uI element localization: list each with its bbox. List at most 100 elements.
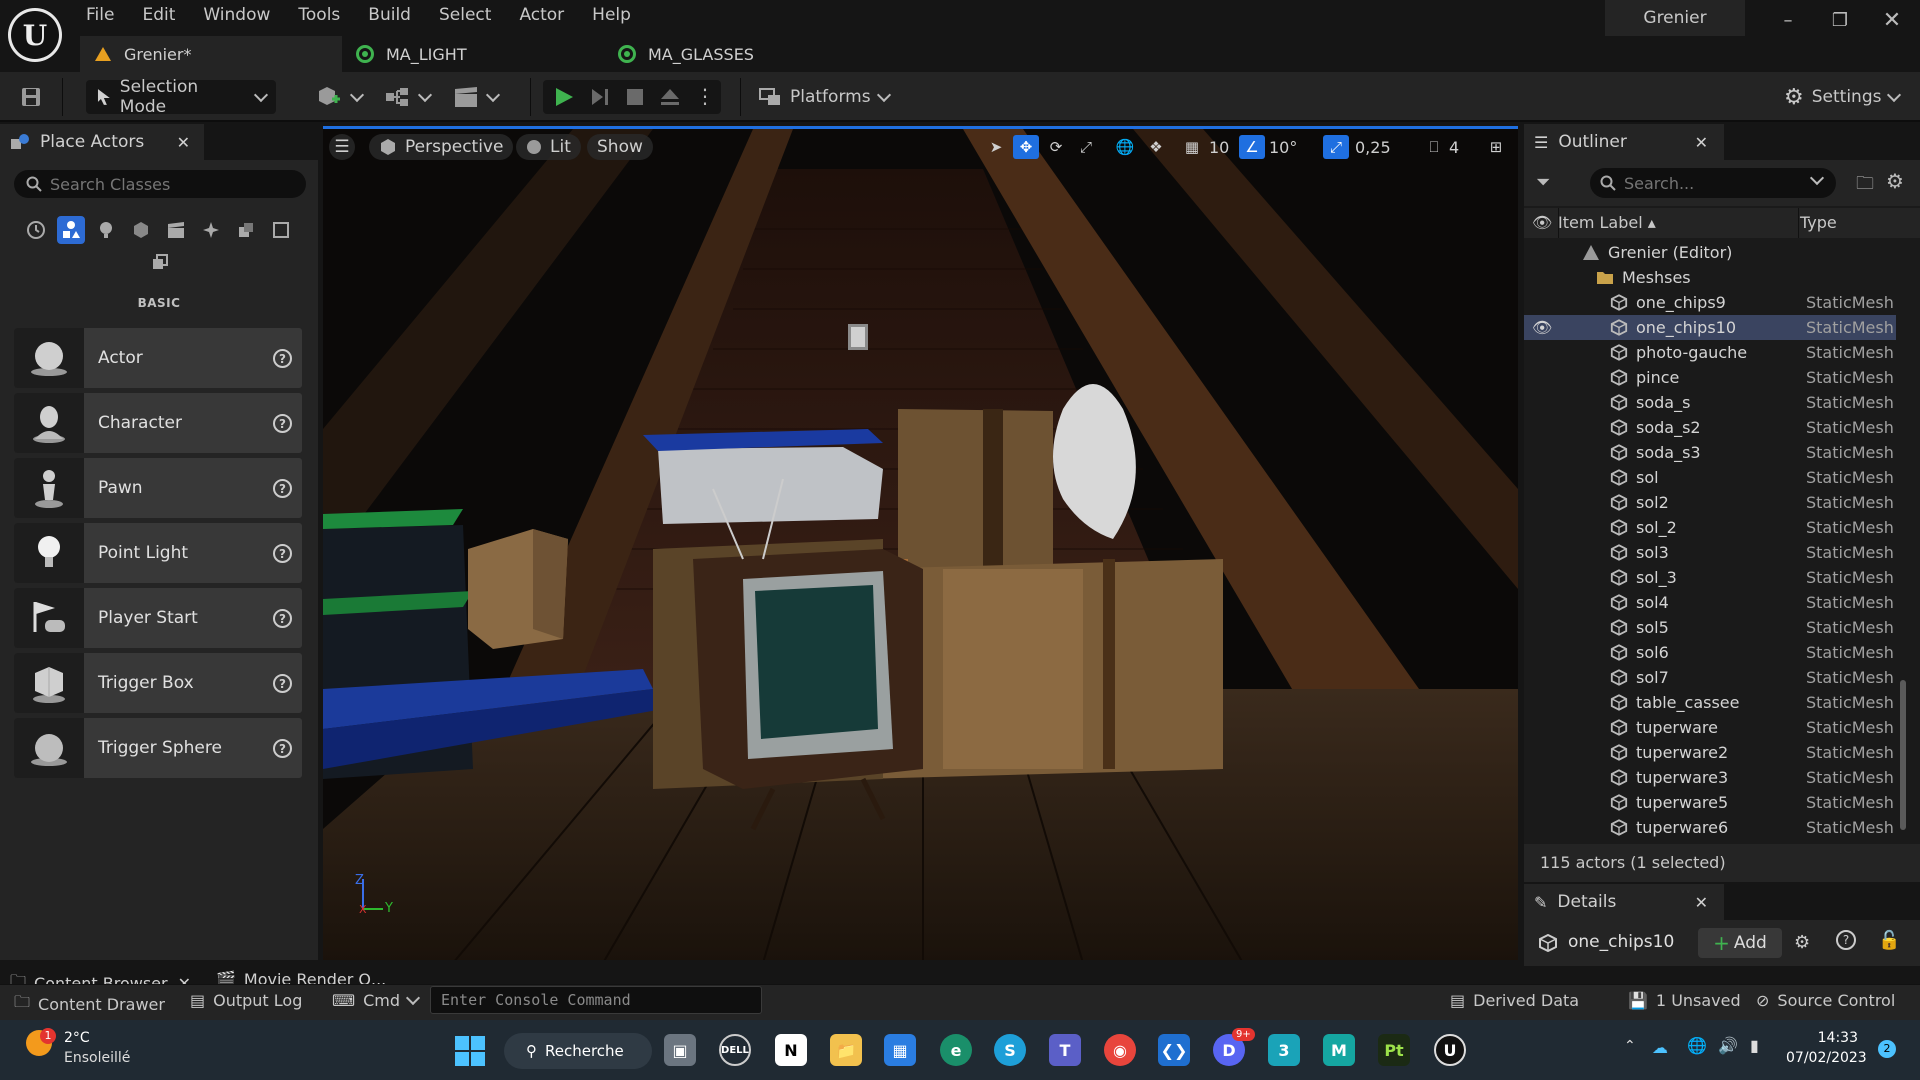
actor-item-player-start[interactable]: Player Start ? [14,588,302,648]
actor-item-trigger-sphere[interactable]: Trigger Sphere ? [14,718,302,778]
blueprint-icon[interactable]: ⚙ [1794,932,1810,953]
outliner-row[interactable]: sol_2 StaticMesh [1524,515,1896,540]
help-icon[interactable]: ? [273,739,292,758]
help-icon[interactable]: ? [273,544,292,563]
menu-build[interactable]: Build [354,0,425,30]
ms-store-icon[interactable]: ▦ [884,1034,916,1066]
rotation-snap-value[interactable]: 10° [1269,135,1297,159]
blueprint-button[interactable] [384,80,433,114]
rotate-icon[interactable]: ⟳ [1043,135,1069,159]
vscode-icon[interactable]: ❮❯ [1158,1034,1190,1066]
console-command-input[interactable]: Enter Console Command [430,986,762,1014]
outliner-row[interactable]: tuperware5 StaticMesh [1524,790,1896,815]
show-button[interactable]: Show [587,134,653,160]
actor-item-pawn[interactable]: Pawn ? [14,458,302,518]
outliner-row[interactable]: sol4 StaticMesh [1524,590,1896,615]
scale-snap-value[interactable]: 0,25 [1355,135,1391,159]
volumes-icon[interactable] [267,216,295,244]
help-icon[interactable]: ? [1836,930,1856,950]
outliner-row[interactable]: sol5 StaticMesh [1524,615,1896,640]
unreal-taskbar-icon[interactable]: U [1434,1034,1466,1066]
surface-snap-icon[interactable]: ❖ [1143,135,1169,159]
windows-start-icon[interactable] [455,1036,485,1066]
outliner-scrollbar[interactable] [1900,680,1906,830]
restore-icon[interactable]: ❐ [1814,0,1866,40]
dell-icon[interactable]: DELL [719,1034,751,1066]
content-drawer-button[interactable]: 🗀 Content Drawer [14,991,165,1018]
shapes-icon[interactable] [127,216,155,244]
outliner-row[interactable]: sol2 StaticMesh [1524,490,1896,515]
lights-icon[interactable] [92,216,120,244]
close-panel-icon[interactable]: ✕ [177,133,190,152]
visual-effects-icon[interactable] [197,216,225,244]
outliner-row[interactable]: sol_3 StaticMesh [1524,565,1896,590]
outliner-search-field[interactable] [1590,168,1836,198]
derived-data-button[interactable]: ▤ Derived Data [1450,991,1579,1010]
world-space-icon[interactable]: 🌐 [1112,135,1138,159]
menu-window[interactable]: Window [189,0,284,30]
cinematic-icon[interactable] [162,216,190,244]
actor-item-character[interactable]: Character ? [14,393,302,453]
translate-icon[interactable]: ✥ [1013,135,1039,159]
camera-speed-value[interactable]: 4 [1449,135,1459,159]
menu-tools[interactable]: Tools [284,0,354,30]
grid-snap-value[interactable]: 10 [1209,135,1229,159]
file-explorer-icon[interactable]: 📁 [830,1034,862,1066]
stop-icon[interactable] [625,87,645,107]
add-folder-icon[interactable]: 🗀 [1856,171,1874,201]
cmd-dropdown[interactable]: ⌨ Cmd [332,990,421,1010]
maya-icon[interactable]: M [1323,1034,1355,1066]
network-icon[interactable]: 🌐 [1687,1036,1707,1055]
eject-icon[interactable] [659,86,681,108]
outliner-row[interactable]: sol StaticMesh [1524,465,1896,490]
search-classes-field[interactable] [14,170,306,198]
close-panel-icon[interactable]: ✕ [1695,133,1708,152]
task-view-icon[interactable]: ▣ [664,1034,696,1066]
menu-file[interactable]: File [72,0,128,30]
chevron-up-icon[interactable]: ⌃ [1624,1038,1636,1054]
rotation-snap-icon[interactable]: ∠ [1239,135,1265,159]
type-column[interactable]: Type [1800,213,1837,232]
scale-icon[interactable]: ⤢ [1073,135,1099,159]
substance-painter-icon[interactable]: Pt [1378,1034,1410,1066]
menu-help[interactable]: Help [578,0,645,30]
skype-icon[interactable]: S [994,1034,1026,1066]
outliner-tab[interactable]: ☰ Outliner ✕ [1524,124,1724,160]
notion-icon[interactable]: N [775,1034,807,1066]
outliner-row[interactable]: soda_s StaticMesh [1524,390,1896,415]
outliner-row[interactable]: soda_s2 StaticMesh [1524,415,1896,440]
edge-icon[interactable]: e [940,1034,972,1066]
tab-ma-light[interactable]: MA_LIGHT [342,36,604,72]
outliner-row[interactable]: tuperware2 StaticMesh [1524,740,1896,765]
chrome-icon[interactable]: ◉ [1104,1034,1136,1066]
outliner-row[interactable]: photo-gauche StaticMesh [1524,340,1896,365]
outliner-row[interactable]: sol6 StaticMesh [1524,640,1896,665]
outliner-row[interactable]: soda_s3 StaticMesh [1524,440,1896,465]
tab-grenier[interactable]: Grenier* [80,36,342,72]
actor-item-trigger-box[interactable]: Trigger Box ? [14,653,302,713]
teams-icon[interactable]: T [1049,1034,1081,1066]
lit-button[interactable]: Lit [516,134,581,160]
tree-folder[interactable]: Meshses [1524,265,1896,290]
add-content-button[interactable] [316,80,365,114]
lock-icon[interactable]: 🔓 [1878,930,1900,951]
advance-frame-icon[interactable] [589,86,611,108]
outliner-row[interactable]: one_chips9 StaticMesh [1524,290,1896,315]
level-viewport[interactable]: Z Y X ☰ Perspective Lit Show ➤ ✥ ⟳ ⤢ 🌐 ❖… [323,126,1518,960]
outliner-row[interactable]: tuperware3 StaticMesh [1524,765,1896,790]
help-icon[interactable]: ? [273,479,292,498]
geometry-icon[interactable] [232,216,260,244]
basic-icon[interactable] [57,216,85,244]
tab-ma-glasses[interactable]: MA_GLASSES [604,36,866,72]
help-icon[interactable]: ? [273,414,292,433]
actor-item-actor[interactable]: Actor ? [14,328,302,388]
unreal-logo[interactable]: U [8,8,62,62]
outliner-search-input[interactable] [1624,173,1804,193]
perspective-button[interactable]: Perspective [369,134,514,160]
play-icon[interactable] [553,86,575,108]
outliner-row[interactable]: tuperware6 StaticMesh [1524,815,1896,840]
camera-speed-icon[interactable]: ⎕ [1421,135,1447,159]
clock-time[interactable]: 14:33 [1800,1030,1858,1046]
actor-item-point-light[interactable]: Point Light ? [14,523,302,583]
selected-actor-name[interactable]: one_chips10 [1568,932,1674,952]
